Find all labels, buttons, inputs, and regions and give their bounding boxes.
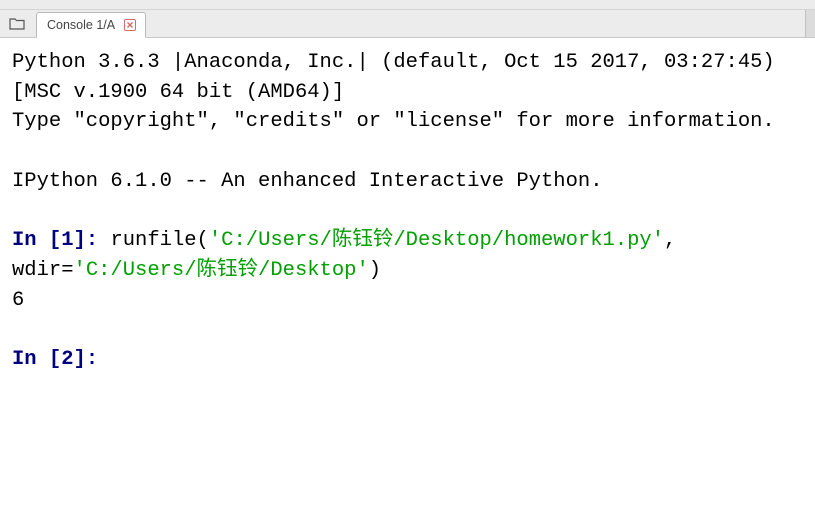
- tab-close-button[interactable]: [123, 18, 137, 32]
- tab-label: Console 1/A: [47, 18, 115, 32]
- close-icon: [124, 19, 136, 31]
- runfile-call-post: ): [369, 259, 381, 282]
- output-value: 6: [12, 289, 24, 312]
- browse-folder-button[interactable]: [2, 12, 32, 36]
- runfile-path-arg: 'C:/Users/陈钰铃/Desktop/homework1.py': [209, 229, 664, 252]
- folder-icon: [9, 17, 25, 31]
- tab-console[interactable]: Console 1/A: [36, 12, 146, 38]
- tab-bar: Console 1/A: [0, 10, 815, 38]
- prompt-in-1: In [1]:: [12, 229, 110, 252]
- python-banner-line2: Type "copyright", "credits" or "license"…: [12, 110, 775, 133]
- runfile-wdir-arg: 'C:/Users/陈钰铃/Desktop': [74, 259, 369, 282]
- console-output[interactable]: Python 3.6.3 |Anaconda, Inc.| (default, …: [0, 38, 815, 512]
- scrollbar-stub[interactable]: [805, 10, 815, 37]
- runfile-call-pre: runfile(: [110, 229, 208, 252]
- top-toolbar: [0, 0, 815, 10]
- prompt-in-2: In [2]:: [12, 348, 110, 371]
- ipython-banner: IPython 6.1.0 -- An enhanced Interactive…: [12, 170, 603, 193]
- python-banner-line1: Python 3.6.3 |Anaconda, Inc.| (default, …: [12, 51, 787, 104]
